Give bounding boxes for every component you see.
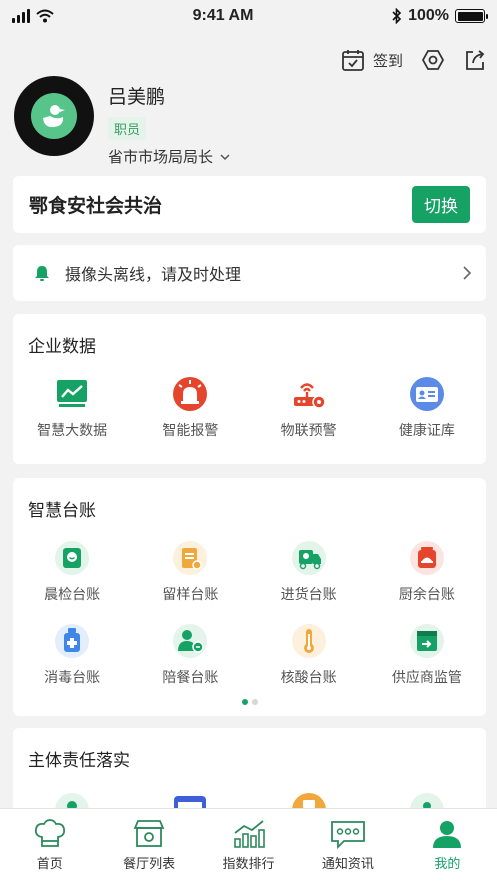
profile-section: 吕美鹏 职员 省市市场局局长 <box>14 76 231 167</box>
tab-label: 指数排行 <box>222 856 275 871</box>
calendar-check-icon <box>342 50 364 71</box>
grid-item-smart-alarm[interactable]: 智能报警 <box>131 376 249 440</box>
battery-percent: 100% <box>408 7 449 24</box>
enterprise-data-grid: 智慧大数据 智能报警 物联预警 健康证库 <box>13 376 486 440</box>
ranking-chart-icon <box>233 820 265 848</box>
profile-info: 吕美鹏 职员 省市市场局局长 <box>108 82 231 167</box>
chevron-right-icon <box>463 266 472 280</box>
bluetooth-icon <box>392 8 402 24</box>
page-dot <box>251 699 258 705</box>
role-badge: 职员 <box>108 117 147 140</box>
tab-home[interactable]: 首页 <box>0 809 99 883</box>
grid-label: 物联预警 <box>280 422 337 438</box>
wifi-icon <box>36 9 54 23</box>
kitchen-waste-icon <box>409 540 445 576</box>
grid-item-health-cert[interactable]: 健康证库 <box>368 376 486 440</box>
chevron-down-icon <box>220 153 230 160</box>
chef-hat-icon <box>34 819 65 847</box>
status-left <box>12 9 54 23</box>
alarm-icon <box>172 376 208 412</box>
user-icon <box>433 821 462 848</box>
duty-title: 主体责任落实 <box>28 751 130 770</box>
tab-label: 我的 <box>434 856 461 871</box>
smart-ledger-title: 智慧台账 <box>28 501 96 520</box>
supplier-box-icon <box>409 623 445 659</box>
page-indicator <box>13 699 486 705</box>
sample-icon <box>172 540 208 576</box>
user-name: 吕美鹏 <box>108 87 166 108</box>
top-actions: 签到 <box>341 48 487 72</box>
bottom-tab-bar: 首页 餐厅列表 指数排行 通知资讯 我的 <box>0 808 497 883</box>
org-label: 省市市场局局长 <box>108 149 214 166</box>
ledger-grid-row-1: 晨检台账 留样台账 进货台账 厨余台账 <box>13 540 486 604</box>
grid-item-big-data[interactable]: 智慧大数据 <box>13 376 131 440</box>
grid-label: 供应商监管 <box>391 669 462 685</box>
tab-notifications[interactable]: 通知资讯 <box>298 809 397 883</box>
grid-label: 陪餐台账 <box>162 669 219 685</box>
grid-item-nucleic[interactable]: 核酸台账 <box>250 623 368 687</box>
grid-item-iot-warning[interactable]: 物联预警 <box>250 376 368 440</box>
status-right: 100% <box>392 7 488 25</box>
ledger-grid-row-2: 消毒台账 陪餐台账 核酸台账 供应商监管 <box>13 623 486 687</box>
grid-label: 核酸台账 <box>280 669 337 685</box>
grid-label: 进货台账 <box>280 586 337 602</box>
tab-label: 首页 <box>36 856 63 871</box>
grid-item-purchase[interactable]: 进货台账 <box>250 540 368 604</box>
meal-icon <box>172 623 208 659</box>
avatar[interactable] <box>14 76 94 156</box>
grid-label: 智能报警 <box>162 422 219 438</box>
grid-label: 留样台账 <box>162 586 219 602</box>
grid-item-supplier[interactable]: 供应商监管 <box>368 623 486 687</box>
battery-icon <box>455 9 488 23</box>
restaurant-icon <box>133 820 165 847</box>
disinfect-icon <box>54 623 90 659</box>
id-card-icon <box>409 376 445 412</box>
truck-icon <box>291 540 327 576</box>
smart-ledger-card: 智慧台账 晨检台账 留样台账 进货台账 厨余台账 消毒台账 陪餐台账 核酸台账 … <box>13 478 486 716</box>
share-icon[interactable] <box>463 48 487 72</box>
grid-label: 健康证库 <box>398 422 455 438</box>
grid-item-disinfect[interactable]: 消毒台账 <box>13 623 131 687</box>
settings-icon[interactable] <box>421 48 445 72</box>
status-time: 9:41 AM <box>192 7 254 24</box>
morning-check-icon <box>54 540 90 576</box>
chart-board-icon <box>54 376 90 412</box>
switch-button[interactable]: 切换 <box>412 186 470 223</box>
grid-label: 厨余台账 <box>398 586 455 602</box>
message-icon <box>331 821 365 849</box>
thermometer-icon <box>291 623 327 659</box>
grid-item-morning-check[interactable]: 晨检台账 <box>13 540 131 604</box>
signal-icon <box>12 9 30 23</box>
grid-item-meal[interactable]: 陪餐台账 <box>131 623 249 687</box>
bell-icon <box>35 266 49 281</box>
page-dot-active <box>241 699 248 705</box>
tab-index-ranking[interactable]: 指数排行 <box>199 809 298 883</box>
grid-item-kitchen-waste[interactable]: 厨余台账 <box>368 540 486 604</box>
checkin-label: 签到 <box>372 52 403 70</box>
enterprise-data-title: 企业数据 <box>28 337 96 356</box>
notice-text: 摄像头离线，请及时处理 <box>65 267 242 284</box>
platform-name: 鄂食安社会共治 <box>29 196 163 217</box>
iot-router-icon <box>291 376 327 412</box>
duck-logo-icon <box>31 93 77 139</box>
notice-card[interactable]: 摄像头离线，请及时处理 <box>13 245 486 301</box>
org-selector[interactable]: 省市市场局局长 <box>108 146 231 167</box>
grid-item-sample[interactable]: 留样台账 <box>131 540 249 604</box>
checkin-button[interactable]: 签到 <box>341 48 403 72</box>
tab-restaurant-list[interactable]: 餐厅列表 <box>99 809 198 883</box>
tab-label: 通知资讯 <box>321 856 374 871</box>
platform-card: 鄂食安社会共治 切换 <box>13 176 486 233</box>
enterprise-data-card: 企业数据 智慧大数据 智能报警 物联预警 健康证库 <box>13 314 486 464</box>
status-bar: 9:41 AM 100% <box>0 0 497 32</box>
tab-mine[interactable]: 我的 <box>398 809 497 883</box>
grid-label: 消毒台账 <box>44 669 101 685</box>
tab-label: 餐厅列表 <box>123 856 176 871</box>
grid-label: 晨检台账 <box>44 586 101 602</box>
grid-label: 智慧大数据 <box>37 422 108 438</box>
